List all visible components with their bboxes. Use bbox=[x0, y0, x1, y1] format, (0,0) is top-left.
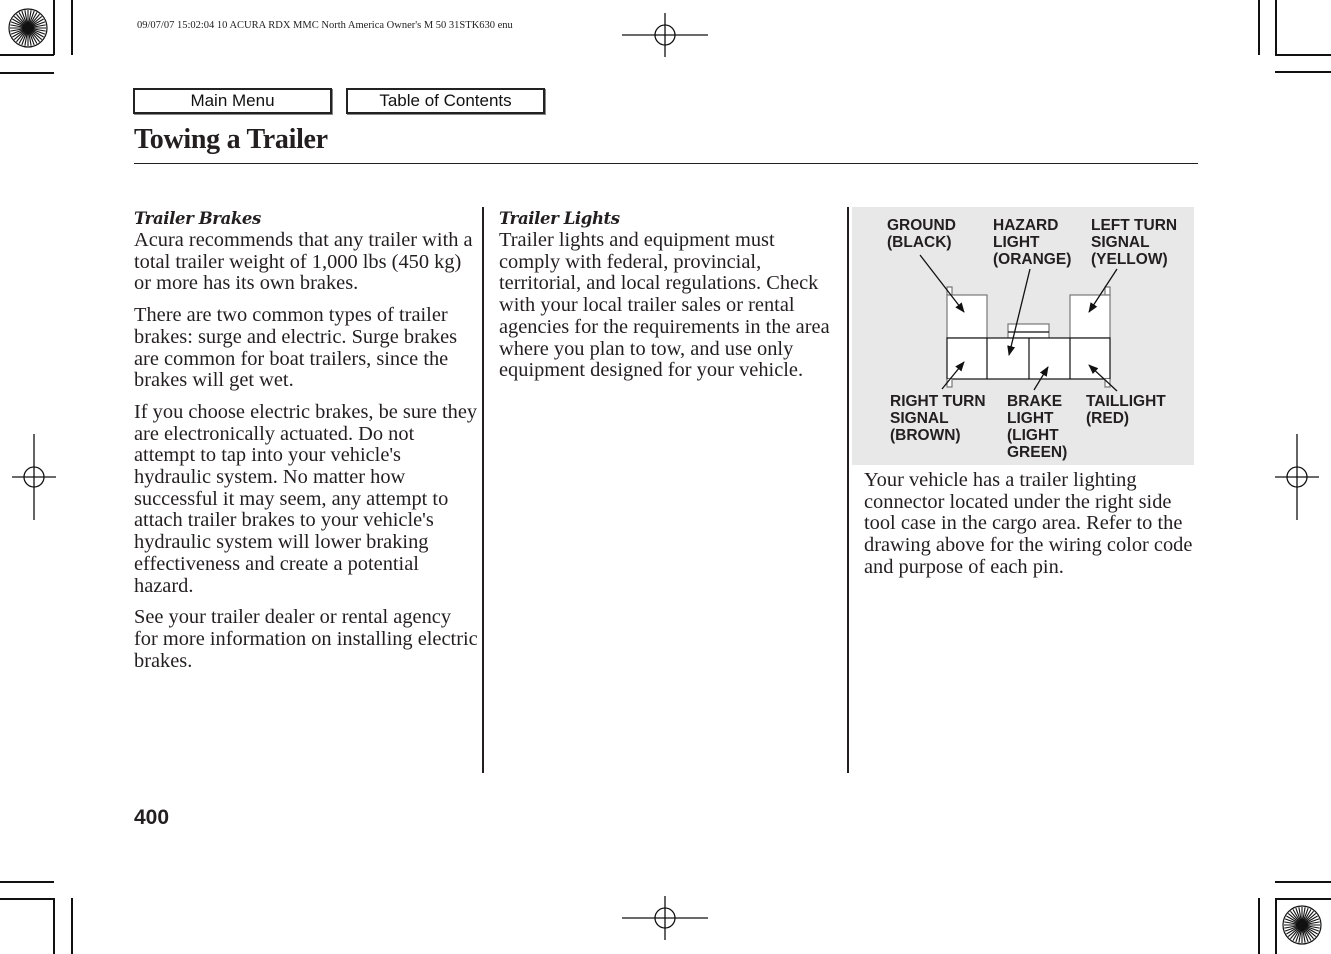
paragraph: There are two common types of trailer br… bbox=[134, 304, 458, 392]
column-divider bbox=[847, 207, 849, 773]
section-heading: Trailer Lights bbox=[499, 209, 620, 228]
page-number: 400 bbox=[134, 806, 170, 829]
brake-label: BRAKE LIGHT (LIGHT GREEN) bbox=[1007, 393, 1068, 461]
column-divider bbox=[482, 207, 484, 773]
ground-label: GROUND (BLACK) bbox=[887, 217, 956, 251]
main-menu-button[interactable]: Main Menu bbox=[133, 88, 332, 114]
paragraph: Trailer lights and equipment must comply… bbox=[499, 229, 830, 382]
crosshair-icon bbox=[12, 434, 56, 520]
left-turn-label: LEFT TURN SIGNAL (YELLOW) bbox=[1091, 217, 1178, 268]
crop-mark bbox=[1258, 898, 1260, 954]
table-of-contents-button[interactable]: Table of Contents bbox=[346, 88, 545, 114]
crop-mark bbox=[0, 881, 54, 883]
registration-target-icon bbox=[1282, 905, 1322, 945]
paragraph: If you choose electric brakes, be sure t… bbox=[134, 400, 478, 597]
crop-mark bbox=[71, 898, 73, 954]
print-header: 09/07/07 15:02:04 10 ACURA RDX MMC North… bbox=[137, 20, 513, 31]
crop-mark bbox=[53, 0, 55, 55]
crop-mark bbox=[1275, 54, 1331, 56]
crosshair-icon bbox=[1275, 434, 1319, 520]
ground-pointer bbox=[919, 254, 965, 313]
registration-target-icon bbox=[8, 8, 48, 48]
crop-mark bbox=[0, 54, 54, 56]
paragraph: Your vehicle has a trailer lighting conn… bbox=[864, 469, 1193, 578]
trailer-lights-section: Trailer Lights Trailer lights and equipm… bbox=[499, 208, 839, 392]
right-turn-label: RIGHT TURN SIGNAL (BROWN) bbox=[890, 393, 986, 444]
hazard-label: HAZARD LIGHT (ORANGE) bbox=[993, 217, 1072, 268]
page-title: Towing a Trailer bbox=[134, 124, 328, 155]
taillight-label: TAILLIGHT (RED) bbox=[1086, 393, 1166, 427]
crop-mark bbox=[0, 72, 54, 74]
crop-mark bbox=[71, 0, 73, 55]
crop-mark bbox=[53, 898, 55, 954]
crop-mark bbox=[0, 898, 54, 900]
paragraph: Acura recommends that any trailer with a… bbox=[134, 229, 473, 295]
crosshair-icon bbox=[622, 896, 708, 940]
crosshair-icon bbox=[622, 13, 708, 57]
trailer-connector-diagram: GROUND (BLACK) HAZARD LIGHT (ORANGE) LEF… bbox=[852, 207, 1194, 465]
crop-mark bbox=[1275, 881, 1331, 883]
crop-mark bbox=[1275, 0, 1277, 55]
trailer-brakes-section: Trailer Brakes Acura recommends that any… bbox=[134, 208, 479, 682]
connector-note-section: Your vehicle has a trailer lighting conn… bbox=[864, 469, 1204, 589]
paragraph: See your trailer dealer or rental agency… bbox=[134, 606, 478, 672]
connector-body bbox=[946, 286, 1111, 388]
section-heading: Trailer Brakes bbox=[134, 209, 261, 228]
crop-mark bbox=[1258, 0, 1260, 55]
crop-mark bbox=[1275, 71, 1331, 73]
title-divider bbox=[134, 163, 1198, 164]
